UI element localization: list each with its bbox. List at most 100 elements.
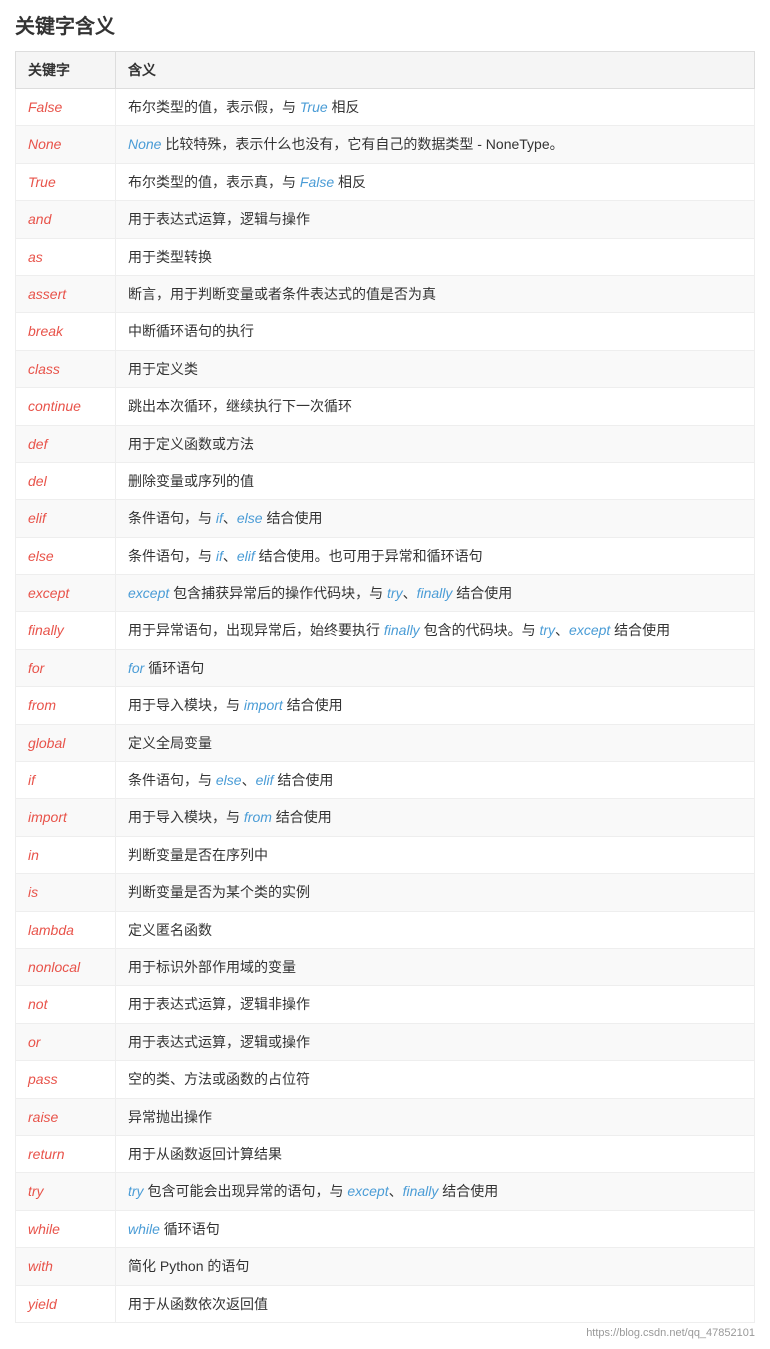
inline-keyword: if (216, 510, 223, 526)
keyword-cell: as (16, 238, 116, 275)
table-row: class用于定义类 (16, 350, 755, 387)
table-row: del删除变量或序列的值 (16, 462, 755, 499)
inline-keyword: import (244, 697, 283, 713)
inline-keyword: try (539, 622, 555, 638)
keyword-cell: False (16, 89, 116, 126)
keyword-cell: finally (16, 612, 116, 649)
keyword-cell: assert (16, 275, 116, 312)
meaning-cell: 用于表达式运算，逻辑或操作 (116, 1023, 755, 1060)
table-row: return用于从函数返回计算结果 (16, 1135, 755, 1172)
meaning-cell: 布尔类型的值，表示假，与 True 相反 (116, 89, 755, 126)
keyword-cell: lambda (16, 911, 116, 948)
meaning-cell: 用于表达式运算，逻辑与操作 (116, 201, 755, 238)
meaning-cell: 用于导入模块，与 import 结合使用 (116, 687, 755, 724)
table-row: finally用于异常语句，出现异常后，始终要执行 finally 包含的代码块… (16, 612, 755, 649)
meaning-cell: 用于标识外部作用域的变量 (116, 948, 755, 985)
meaning-cell: 简化 Python 的语句 (116, 1248, 755, 1285)
meaning-cell: 用于从函数依次返回值 (116, 1285, 755, 1322)
keyword-cell: else (16, 537, 116, 574)
table-row: trytry 包含可能会出现异常的语句，与 except、finally 结合使… (16, 1173, 755, 1210)
inline-keyword: from (244, 809, 272, 825)
keyword-cell: break (16, 313, 116, 350)
meaning-cell: 条件语句，与 if、elif 结合使用。也可用于异常和循环语句 (116, 537, 755, 574)
keyword-cell: nonlocal (16, 948, 116, 985)
meaning-cell: 用于定义类 (116, 350, 755, 387)
footer-note: https://blog.csdn.net/qq_47852101 (15, 1327, 755, 1339)
table-header: 关键字 含义 (16, 52, 755, 89)
meaning-cell: 条件语句，与 else、elif 结合使用 (116, 762, 755, 799)
table-row: break中断循环语句的执行 (16, 313, 755, 350)
table-row: and用于表达式运算，逻辑与操作 (16, 201, 755, 238)
keyword-cell: pass (16, 1061, 116, 1098)
table-row: or用于表达式运算，逻辑或操作 (16, 1023, 755, 1060)
meaning-cell: 定义匿名函数 (116, 911, 755, 948)
inline-keyword: if (216, 548, 223, 564)
table-row: if条件语句，与 else、elif 结合使用 (16, 762, 755, 799)
keyword-cell: for (16, 649, 116, 686)
table-row: from用于导入模块，与 import 结合使用 (16, 687, 755, 724)
table-row: False布尔类型的值，表示假，与 True 相反 (16, 89, 755, 126)
meaning-cell: 中断循环语句的执行 (116, 313, 755, 350)
meaning-cell: 用于表达式运算，逻辑非操作 (116, 986, 755, 1023)
meaning-cell: 定义全局变量 (116, 724, 755, 761)
meaning-cell: 用于导入模块，与 from 结合使用 (116, 799, 755, 836)
table-body: False布尔类型的值，表示假，与 True 相反NoneNone 比较特殊，表… (16, 89, 755, 1323)
keyword-cell: try (16, 1173, 116, 1210)
table-row: import用于导入模块，与 from 结合使用 (16, 799, 755, 836)
keyword-cell: continue (16, 388, 116, 425)
table-row: def用于定义函数或方法 (16, 425, 755, 462)
table-row: global定义全局变量 (16, 724, 755, 761)
keyword-cell: raise (16, 1098, 116, 1135)
inline-keyword: elif (237, 548, 255, 564)
keyword-cell: while (16, 1210, 116, 1247)
keyword-cell: or (16, 1023, 116, 1060)
meaning-cell: 异常抛出操作 (116, 1098, 755, 1135)
table-row: in判断变量是否在序列中 (16, 836, 755, 873)
meaning-cell: 用于类型转换 (116, 238, 755, 275)
table-row: whilewhile 循环语句 (16, 1210, 755, 1247)
keyword-cell: elif (16, 500, 116, 537)
keyword-cell: def (16, 425, 116, 462)
inline-keyword: else (216, 772, 242, 788)
table-row: lambda定义匿名函数 (16, 911, 755, 948)
meaning-cell: try 包含可能会出现异常的语句，与 except、finally 结合使用 (116, 1173, 755, 1210)
table-row: as用于类型转换 (16, 238, 755, 275)
meaning-cell: 判断变量是否在序列中 (116, 836, 755, 873)
inline-keyword: False (300, 174, 334, 190)
table-row: NoneNone 比较特殊，表示什么也没有，它有自己的数据类型 - NoneTy… (16, 126, 755, 163)
meaning-cell: 判断变量是否为某个类的实例 (116, 874, 755, 911)
keyword-cell: global (16, 724, 116, 761)
inline-keyword: elif (256, 772, 274, 788)
meaning-cell: 用于从函数返回计算结果 (116, 1135, 755, 1172)
meaning-cell: None 比较特殊，表示什么也没有，它有自己的数据类型 - NoneType。 (116, 126, 755, 163)
table-row: yield用于从函数依次返回值 (16, 1285, 755, 1322)
table-row: is判断变量是否为某个类的实例 (16, 874, 755, 911)
table-row: assert断言，用于判断变量或者条件表达式的值是否为真 (16, 275, 755, 312)
keyword-cell: and (16, 201, 116, 238)
meaning-cell: except 包含捕获异常后的操作代码块，与 try、finally 结合使用 (116, 575, 755, 612)
table-row: nonlocal用于标识外部作用域的变量 (16, 948, 755, 985)
meaning-cell: 跳出本次循环，继续执行下一次循环 (116, 388, 755, 425)
inline-keyword: else (237, 510, 263, 526)
keyword-cell: None (16, 126, 116, 163)
table-row: pass空的类、方法或函数的占位符 (16, 1061, 755, 1098)
keyword-cell: with (16, 1248, 116, 1285)
inline-keyword: for (128, 660, 144, 676)
inline-keyword: while (128, 1221, 160, 1237)
keyword-cell: from (16, 687, 116, 724)
table-row: else条件语句，与 if、elif 结合使用。也可用于异常和循环语句 (16, 537, 755, 574)
meaning-cell: 布尔类型的值，表示真，与 False 相反 (116, 163, 755, 200)
meaning-cell: 删除变量或序列的值 (116, 462, 755, 499)
inline-keyword: except (347, 1183, 388, 1199)
keyword-cell: return (16, 1135, 116, 1172)
meaning-cell: while 循环语句 (116, 1210, 755, 1247)
keyword-cell: is (16, 874, 116, 911)
table-row: forfor 循环语句 (16, 649, 755, 686)
inline-keyword: finally (403, 1183, 439, 1199)
meaning-cell: for 循环语句 (116, 649, 755, 686)
table-row: not用于表达式运算，逻辑非操作 (16, 986, 755, 1023)
table-row: exceptexcept 包含捕获异常后的操作代码块，与 try、finally… (16, 575, 755, 612)
inline-keyword: finally (384, 622, 420, 638)
keyword-cell: not (16, 986, 116, 1023)
keyword-cell: class (16, 350, 116, 387)
